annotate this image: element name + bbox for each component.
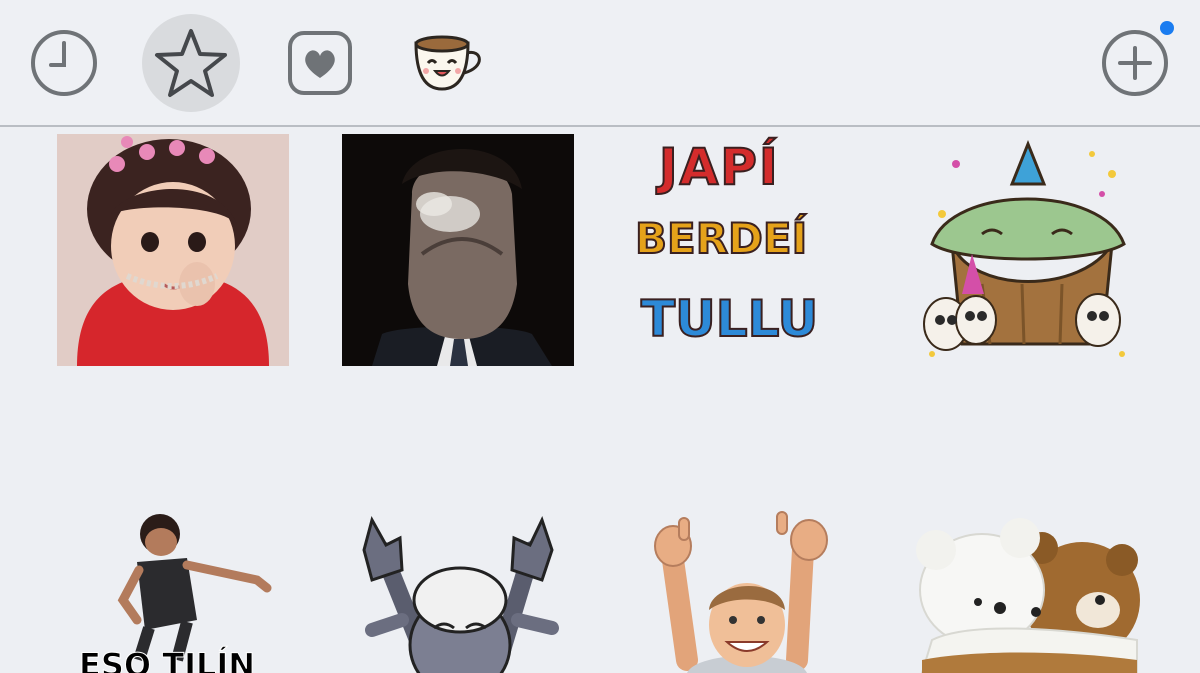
japi-line-2: BERDEÍ	[634, 213, 808, 264]
tab-recent[interactable]	[15, 14, 113, 112]
tab-favorites[interactable]	[142, 14, 240, 112]
sticker-japi-berdei[interactable]: JAPÍ BERDEÍ TULLU	[627, 134, 859, 366]
sticker-teddy-bears-hug[interactable]	[912, 510, 1144, 673]
sticker-smoking-man[interactable]	[342, 134, 574, 366]
eso-tilin-caption: ESO TILÍN	[78, 646, 256, 673]
heart-icon	[288, 31, 352, 95]
clock-icon	[31, 30, 97, 96]
sticker-baby-yoda-party[interactable]	[912, 134, 1144, 366]
tab-heart-stickers[interactable]	[271, 14, 369, 112]
sticker-tab-bar	[0, 0, 1200, 127]
sticker-thumbs-up-kid[interactable]	[627, 510, 859, 673]
star-icon	[155, 29, 227, 97]
tab-coffee-pack[interactable]	[399, 14, 497, 112]
sticker-baby-girl[interactable]	[57, 134, 289, 366]
coffee-cup-icon	[414, 35, 481, 91]
sticker-dancing-boy[interactable]: ESO TILÍN	[57, 510, 289, 673]
japi-line-1: JAPÍ	[658, 137, 780, 197]
plus-circle-icon	[1102, 30, 1168, 96]
japi-line-3: TULLU	[640, 289, 819, 349]
notification-dot	[1160, 21, 1174, 35]
sticker-gray-sheep[interactable]	[342, 510, 574, 673]
